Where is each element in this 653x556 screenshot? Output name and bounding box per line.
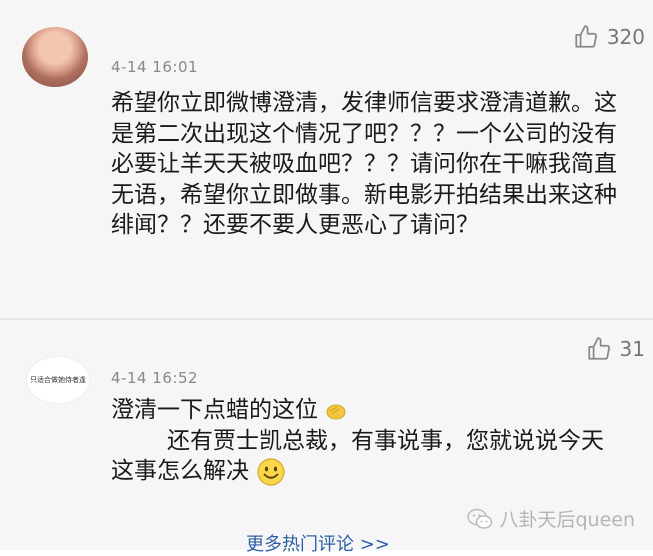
comment-item: 4-14 16:01 320 希望你立即微博澄清，发律师信要求澄清道歉。这是第二… [0,0,653,318]
smile-icon [257,457,285,486]
comment-timestamp: 4-14 16:01 [111,58,199,76]
comment-line-1: 澄清一下点蜡的这位 [111,397,318,423]
avatar-text: 只适合做她侍者逢 [30,375,86,384]
more-comments-link[interactable]: 更多热门评论 >> [246,530,390,556]
clapping-hands-icon [326,404,346,419]
like-count: 31 [619,337,645,361]
comment-timestamp: 4-14 16:52 [111,369,199,387]
avatar[interactable] [22,27,88,87]
comment-line-2: 还有贾士凯总裁，有事说事，您就说说今天这事怎么解决 [111,427,604,485]
thumbs-up-icon [575,25,597,48]
thumbs-up-icon [587,337,610,360]
like-button[interactable]: 320 [573,24,645,50]
like-button[interactable]: 31 [586,336,645,362]
comment-text: 澄清一下点蜡的这位 还有贾士凯总裁，有事说事，您就说说今天这事怎么解决 [111,395,621,487]
comment-text: 希望你立即微博澄清，发律师信要求澄清道歉。这是第二次出现这个情况了吧？？？一个公… [111,90,617,238]
wechat-icon [467,508,493,529]
watermark-text: 八卦天后queen [499,509,635,531]
like-count: 320 [606,25,645,49]
avatar[interactable]: 只适合做她侍者逢 [26,356,90,404]
watermark: 八卦天后queen [467,505,635,532]
